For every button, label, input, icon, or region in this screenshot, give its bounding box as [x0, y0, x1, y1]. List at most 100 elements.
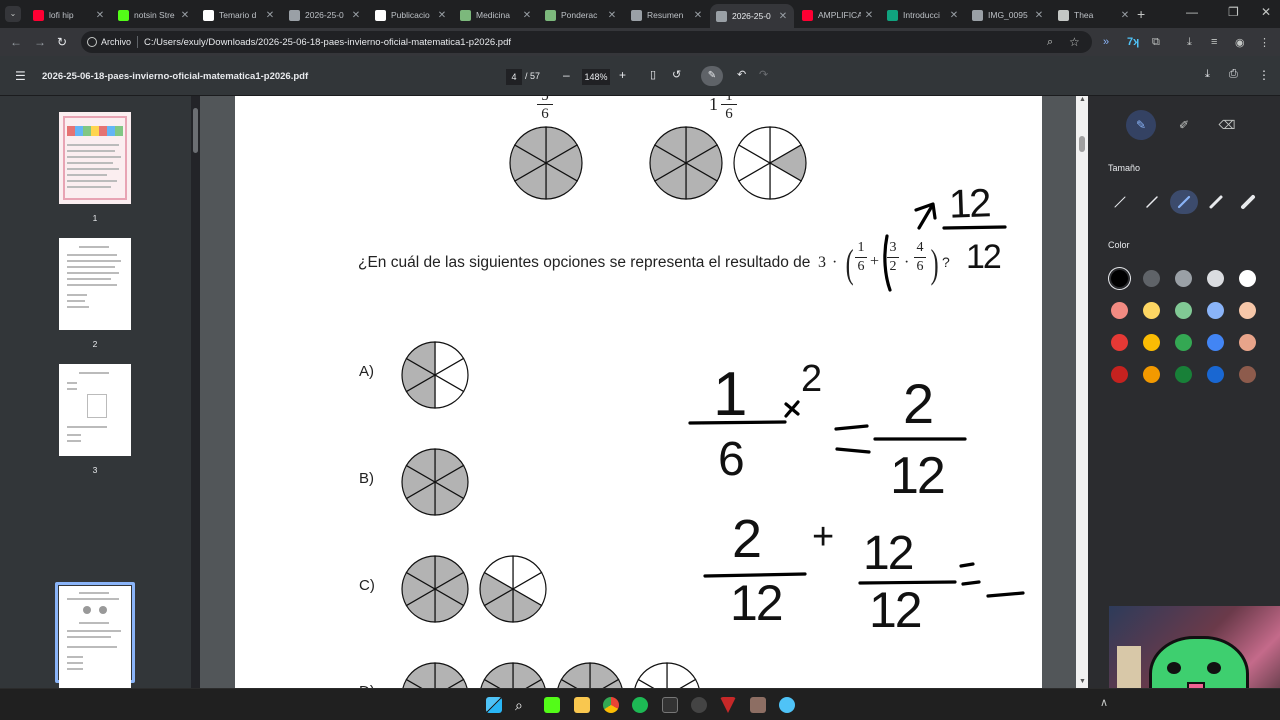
search-icon[interactable]: ⌕ [515, 697, 531, 713]
spotify-icon[interactable] [632, 697, 648, 713]
close-tab-icon[interactable]: ✕ [351, 10, 361, 21]
tab-search-button[interactable]: ⌄ [5, 6, 21, 22]
browser-tab[interactable]: Introducci ✕ [881, 4, 965, 26]
browser-menu-icon[interactable]: ⋮ [1259, 36, 1270, 49]
close-tab-icon[interactable]: ✕ [1034, 10, 1044, 21]
downloads-icon[interactable]: ⤓ [1187, 36, 1192, 49]
highlighter-tool-icon[interactable]: ✐ [1169, 110, 1199, 140]
browser-tab[interactable]: 2026-25-0 ✕ [283, 4, 367, 26]
color-swatch[interactable] [1207, 334, 1224, 351]
color-swatch[interactable] [1175, 334, 1192, 351]
color-swatch[interactable] [1143, 366, 1160, 383]
sidebar-scroll-thumb[interactable] [193, 108, 198, 153]
color-swatch[interactable] [1143, 270, 1160, 287]
pen-size-option[interactable] [1202, 190, 1230, 214]
kick-app-icon[interactable] [544, 697, 560, 713]
pen-size-option[interactable] [1106, 190, 1134, 214]
zoom-level-input[interactable]: 148% [582, 69, 610, 85]
document-scroll-thumb[interactable] [1079, 136, 1085, 152]
terminal-icon[interactable] [662, 697, 678, 713]
browser-tab[interactable]: IMG_0095 ✕ [966, 4, 1050, 26]
close-tab-icon[interactable]: ✕ [1120, 10, 1130, 21]
close-tab-icon[interactable]: ✕ [607, 10, 617, 21]
color-swatch[interactable] [1175, 302, 1192, 319]
zoom-icon[interactable]: ⌕ [1047, 36, 1053, 49]
close-tab-icon[interactable]: ✕ [180, 10, 190, 21]
print-icon[interactable]: ⎙ [1229, 68, 1238, 81]
rotate-icon[interactable]: ↺ [672, 68, 681, 81]
address-bar[interactable]: Archivo C:/Users/exuly/Downloads/2026-25… [81, 31, 1092, 53]
browser-tab[interactable]: Resumen ✕ [625, 4, 709, 26]
pen-size-option[interactable] [1138, 190, 1166, 214]
reload-button[interactable]: ↻ [57, 35, 67, 49]
color-swatch[interactable] [1143, 302, 1160, 319]
download-icon[interactable]: ⤓ [1205, 68, 1210, 81]
document-scrollbar[interactable]: ▲ ▼ [1076, 96, 1088, 688]
color-swatch[interactable] [1111, 334, 1128, 351]
color-swatch[interactable] [1207, 270, 1224, 287]
color-swatch[interactable] [1239, 270, 1256, 287]
color-swatch[interactable] [1239, 302, 1256, 319]
browser-tab[interactable]: Ponderac ✕ [539, 4, 623, 26]
fit-page-icon[interactable]: ▯ [650, 68, 656, 81]
new-tab-button[interactable]: + [1137, 6, 1145, 22]
thumbnail-page-3[interactable] [59, 364, 131, 456]
minimize-button[interactable]: — [1186, 5, 1198, 19]
start-windows-icon[interactable] [486, 697, 502, 713]
close-tab-icon[interactable]: ✕ [864, 10, 874, 21]
thumbnail-page-1[interactable] [59, 112, 131, 204]
thumbnail-page-5[interactable] [59, 616, 131, 688]
close-tab-icon[interactable]: ✕ [95, 10, 105, 21]
thumbnail-page-2[interactable] [59, 238, 131, 330]
profile-avatar-icon[interactable]: ◉ [1235, 36, 1245, 49]
undo-icon[interactable]: ↶ [737, 68, 746, 81]
pen-size-option[interactable] [1170, 190, 1198, 214]
forward-button[interactable]: → [34, 35, 46, 49]
extensions-puzzle-icon[interactable]: ⧉ [1152, 36, 1160, 49]
redo-icon[interactable]: ↷ [759, 68, 768, 81]
close-window-button[interactable]: ✕ [1261, 5, 1271, 19]
color-swatch[interactable] [1111, 270, 1128, 287]
obs-icon[interactable] [691, 697, 707, 713]
back-button[interactable]: ← [10, 35, 22, 49]
browser-tab[interactable]: notsin Stre ✕ [112, 4, 196, 26]
browser-tab[interactable]: Medicina ✕ [454, 4, 538, 26]
color-swatch[interactable] [1143, 334, 1160, 351]
color-swatch[interactable] [1207, 366, 1224, 383]
close-tab-icon[interactable]: ✕ [265, 10, 275, 21]
color-swatch[interactable] [1111, 302, 1128, 319]
app-icon[interactable] [750, 697, 766, 713]
pen-tool-icon[interactable]: ✎ [1126, 110, 1156, 140]
browser-tab[interactable]: 2026-25-0 ✕ [710, 4, 794, 28]
maximize-button[interactable]: ❐ [1228, 5, 1239, 19]
close-tab-icon[interactable]: ✕ [437, 10, 447, 21]
close-tab-icon[interactable]: ✕ [949, 10, 959, 21]
reading-list-icon[interactable]: ≡ [1211, 36, 1217, 48]
more-options-icon[interactable]: ⋮ [1258, 68, 1270, 82]
page-number-input[interactable]: 4 [506, 69, 522, 85]
file-explorer-icon[interactable] [574, 697, 590, 713]
color-swatch[interactable] [1207, 302, 1224, 319]
browser-tab[interactable]: AMPLIFICA ✕ [796, 4, 880, 26]
browser-tab[interactable]: lofi hip ✕ [27, 4, 111, 26]
valorant-icon[interactable] [720, 697, 736, 713]
hamburger-menu-icon[interactable]: ☰ [15, 69, 26, 83]
bookmark-star-icon[interactable]: ☆ [1069, 35, 1080, 49]
sidebar-scrollbar[interactable] [191, 96, 200, 688]
color-swatch[interactable] [1239, 366, 1256, 383]
close-tab-icon[interactable]: ✕ [522, 10, 532, 21]
color-swatch[interactable] [1239, 334, 1256, 351]
extension-icon[interactable]: » [1103, 36, 1109, 48]
site-info-chip[interactable]: Archivo [87, 37, 131, 47]
browser-tab[interactable]: Temario d ✕ [197, 4, 281, 26]
color-swatch[interactable] [1175, 270, 1192, 287]
close-tab-icon[interactable]: ✕ [778, 11, 788, 22]
chrome-icon[interactable] [603, 697, 619, 713]
zoom-in-button[interactable]: + [619, 68, 626, 82]
browser-tab[interactable]: Thea ✕ [1052, 4, 1136, 26]
app-globe-icon[interactable] [779, 697, 795, 713]
zoom-out-button[interactable]: – [563, 68, 570, 82]
color-swatch[interactable] [1111, 366, 1128, 383]
eraser-tool-icon[interactable]: ⌫ [1212, 110, 1242, 140]
pen-size-option[interactable] [1234, 190, 1262, 214]
